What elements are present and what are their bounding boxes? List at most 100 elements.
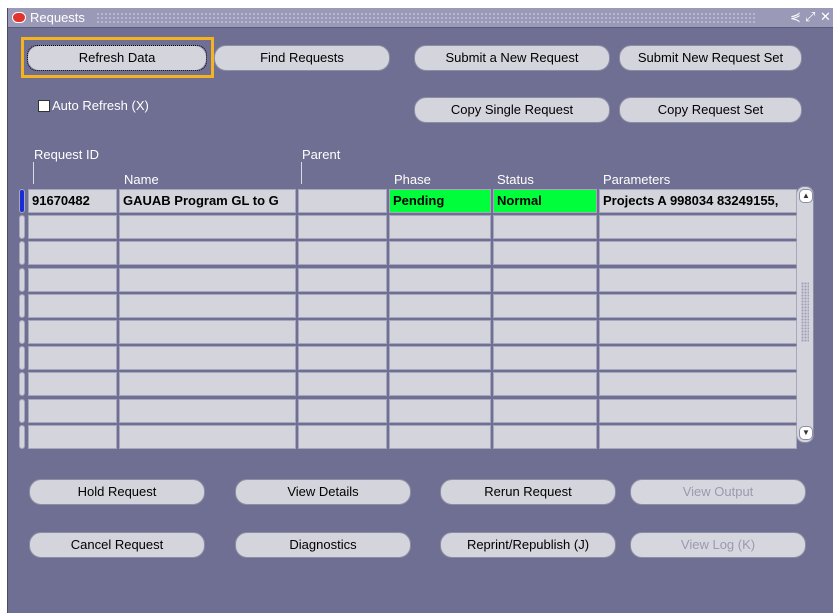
cell-name[interactable] [119,241,296,265]
cell-name[interactable] [119,399,296,423]
cell-parent[interactable] [298,399,387,423]
cell-parameters[interactable] [599,372,797,396]
row-selector[interactable] [19,320,25,344]
cell-phase[interactable] [389,268,491,292]
find-requests-button[interactable]: Find Requests [214,45,390,71]
rerun-request-button[interactable]: Rerun Request [440,479,616,505]
cell-request-id[interactable] [28,241,117,265]
cell-status[interactable]: Normal [493,189,597,213]
row-selector[interactable] [19,189,25,213]
row-selector[interactable] [19,425,25,449]
cell-parameters[interactable] [599,320,797,344]
cell-name[interactable] [119,425,296,449]
cell-parent[interactable] [298,294,387,318]
cell-phase[interactable] [389,399,491,423]
scroll-up-icon[interactable]: ▲ [799,189,813,203]
cell-request-id[interactable] [28,294,117,318]
cell-status[interactable] [493,425,597,449]
row-selector[interactable] [19,241,25,265]
cell-parent[interactable] [298,189,387,213]
cell-request-id[interactable] [28,346,117,370]
cell-request-id[interactable] [28,268,117,292]
reprint-republish-button[interactable]: Reprint/Republish (J) [440,532,616,558]
cell-request-id[interactable]: 91670482 [28,189,117,213]
cell-parameters[interactable] [599,425,797,449]
cell-status[interactable] [493,320,597,344]
cell-name[interactable] [119,372,296,396]
auto-refresh-checkbox[interactable] [38,100,50,112]
cell-name[interactable] [119,268,296,292]
cell-status[interactable] [493,268,597,292]
cell-parent[interactable] [298,241,387,265]
cell-request-id[interactable] [28,425,117,449]
cell-phase[interactable] [389,425,491,449]
cell-status[interactable] [493,215,597,239]
cell-parameters[interactable] [599,399,797,423]
cell-parent[interactable] [298,425,387,449]
cell-phase[interactable] [389,320,491,344]
submit-new-request-button[interactable]: Submit a New Request [414,45,610,71]
cell-request-id[interactable] [28,399,117,423]
cell-name[interactable] [119,294,296,318]
vertical-scrollbar[interactable]: ▲ ▼ [796,186,814,443]
header-status: Status [497,172,534,187]
header-divider [301,162,302,184]
row-selector[interactable] [19,268,25,292]
cell-name[interactable]: GAUAB Program GL to G [119,189,296,213]
cell-status[interactable] [493,399,597,423]
cell-status[interactable] [493,346,597,370]
cell-request-id[interactable] [28,215,117,239]
row-selector[interactable] [19,346,25,370]
cell-phase[interactable] [389,294,491,318]
cell-request-id[interactable] [28,320,117,344]
cell-phase[interactable] [389,241,491,265]
cell-parent[interactable] [298,372,387,396]
cell-status[interactable] [493,294,597,318]
cell-parameters[interactable] [599,241,797,265]
cell-status[interactable] [493,372,597,396]
minimize-icon[interactable]: ⋞ [790,9,801,25]
cell-parent[interactable] [298,268,387,292]
auto-refresh-label: Auto Refresh (X) [52,98,149,113]
header-parent: Parent [302,147,341,162]
window-title: Requests [30,10,85,25]
scroll-down-icon[interactable]: ▼ [799,426,813,440]
submit-new-request-set-button[interactable]: Submit New Request Set [619,45,802,71]
title-bar[interactable]: Requests ⋞ ⤢ ✕ [8,8,833,28]
copy-request-set-button[interactable]: Copy Request Set [619,97,802,123]
cell-parameters[interactable] [599,215,797,239]
title-bar-grip [96,12,756,23]
row-selector[interactable] [19,294,25,318]
hold-request-button[interactable]: Hold Request [29,479,205,505]
scrollbar-grip[interactable] [801,282,809,342]
view-output-button[interactable]: View Output [630,479,806,505]
header-divider [33,162,34,184]
view-details-button[interactable]: View Details [235,479,411,505]
refresh-data-button[interactable]: Refresh Data [27,45,207,71]
cell-name[interactable] [119,346,296,370]
cell-phase[interactable] [389,215,491,239]
cell-parameters[interactable]: Projects A 998034 83249155, [599,189,797,213]
cell-parameters[interactable] [599,294,797,318]
cell-phase[interactable] [389,372,491,396]
cell-name[interactable] [119,215,296,239]
cell-status[interactable] [493,241,597,265]
cell-parent[interactable] [298,215,387,239]
cell-name[interactable] [119,320,296,344]
row-selector[interactable] [19,372,25,396]
cell-parameters[interactable] [599,346,797,370]
diagnostics-button[interactable]: Diagnostics [235,532,411,558]
copy-single-request-button[interactable]: Copy Single Request [414,97,610,123]
row-selector[interactable] [19,215,25,239]
view-log-button[interactable]: View Log (K) [630,532,806,558]
cell-request-id[interactable] [28,372,117,396]
maximize-icon[interactable]: ⤢ [805,9,815,25]
cell-phase[interactable]: Pending [389,189,491,213]
cell-parent[interactable] [298,346,387,370]
cell-phase[interactable] [389,346,491,370]
cancel-request-button[interactable]: Cancel Request [29,532,205,558]
cell-parameters[interactable] [599,268,797,292]
close-icon[interactable]: ✕ [820,9,831,25]
row-selector[interactable] [19,399,25,423]
cell-parent[interactable] [298,320,387,344]
